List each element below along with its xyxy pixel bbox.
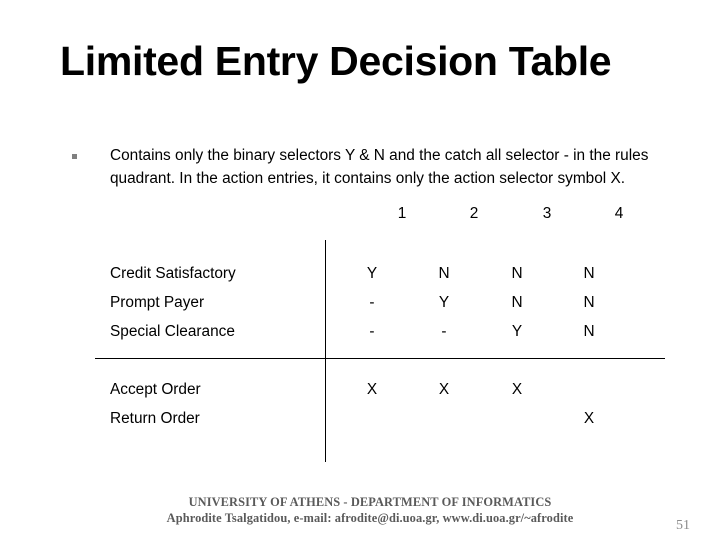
column-header-1: 1 [397,205,407,222]
decision-table: 1 2 3 4 Credit Satisfactory Y N N N Prom… [95,205,665,465]
action-cell-1-3: X [511,381,523,398]
condition-cell-2-1: - [369,294,375,311]
column-header-4: 4 [614,205,624,222]
condition-row-label-3: Special Clearance [110,323,235,340]
condition-cell-3-3: Y [511,323,523,340]
action-row-label-2: Return Order [110,410,200,427]
page-title: Limited Entry Decision Table [60,38,612,84]
condition-cell-3-1: - [369,323,375,340]
condition-cell-2-2: Y [438,294,450,311]
action-cell-1-2: X [438,381,450,398]
condition-cell-2-3: N [511,294,523,311]
condition-cell-1-3: N [511,265,523,282]
action-row-label-1: Accept Order [110,381,201,398]
table-column-headers: 1 2 3 4 [325,205,665,237]
condition-row-label-2: Prompt Payer [110,294,205,311]
bullet-item-text: Contains only the binary selectors Y & N… [110,147,649,187]
column-header-3: 3 [542,205,552,222]
list-item: Contains only the binary selectors Y & N… [72,145,662,190]
table-vertical-divider [325,240,326,462]
square-bullet-icon [72,154,77,159]
condition-cell-2-4: N [583,294,595,311]
action-cell-2-4: X [583,410,595,427]
slide-canvas: Limited Entry Decision Table Contains on… [0,0,720,540]
condition-cell-1-4: N [583,265,595,282]
condition-row-label-1: Credit Satisfactory [110,265,236,282]
condition-cell-3-4: N [583,323,595,340]
column-header-2: 2 [469,205,479,222]
table-horizontal-divider [95,358,665,359]
slide-footer: UNIVERSITY OF ATHENS - DEPARTMENT OF INF… [0,494,720,526]
footer-institution: UNIVERSITY OF ATHENS - DEPARTMENT OF INF… [188,495,552,509]
condition-cell-1-1: Y [366,265,378,282]
bullet-list: Contains only the binary selectors Y & N… [72,145,662,190]
footer-author-contact: Aphrodite Tsalgatidou, e-mail: afrodite@… [166,511,574,525]
condition-cell-3-2: - [441,323,447,340]
action-cell-1-1: X [366,381,378,398]
page-number: 51 [676,518,690,533]
condition-cell-1-2: N [438,265,450,282]
